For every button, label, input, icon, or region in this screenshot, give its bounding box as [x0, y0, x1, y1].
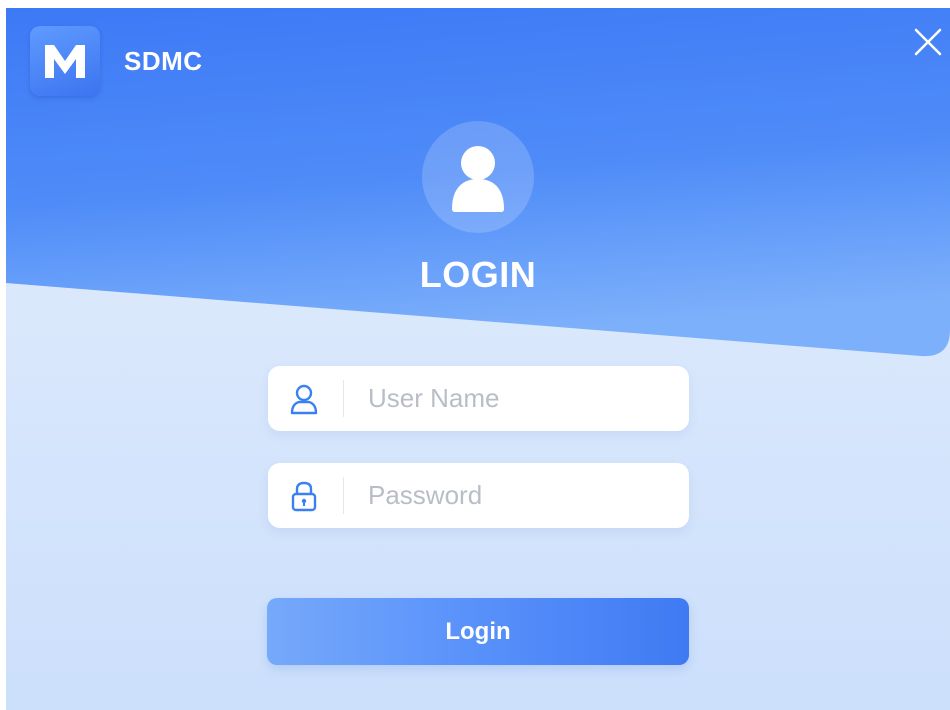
- password-input[interactable]: [364, 463, 682, 528]
- close-button[interactable]: [910, 24, 946, 60]
- app-logo: [30, 26, 100, 96]
- brand: SDMC: [30, 26, 203, 96]
- user-avatar: [422, 121, 534, 233]
- password-divider: [343, 477, 344, 514]
- user-outline-icon: [290, 384, 318, 415]
- app-name: SDMC: [124, 45, 203, 76]
- username-input[interactable]: [364, 366, 682, 431]
- close-icon[interactable]: [910, 24, 946, 60]
- logo-m-icon: [45, 45, 85, 78]
- login-heading: LOGIN: [419, 254, 537, 295]
- login-button[interactable]: Login: [267, 598, 689, 665]
- login-window: SDMC LOGIN Login: [6, 8, 950, 710]
- user-icon: [452, 146, 504, 212]
- username-divider: [343, 380, 344, 417]
- lock-icon: [291, 481, 317, 512]
- password-field[interactable]: [268, 463, 689, 528]
- username-field[interactable]: [268, 366, 689, 431]
